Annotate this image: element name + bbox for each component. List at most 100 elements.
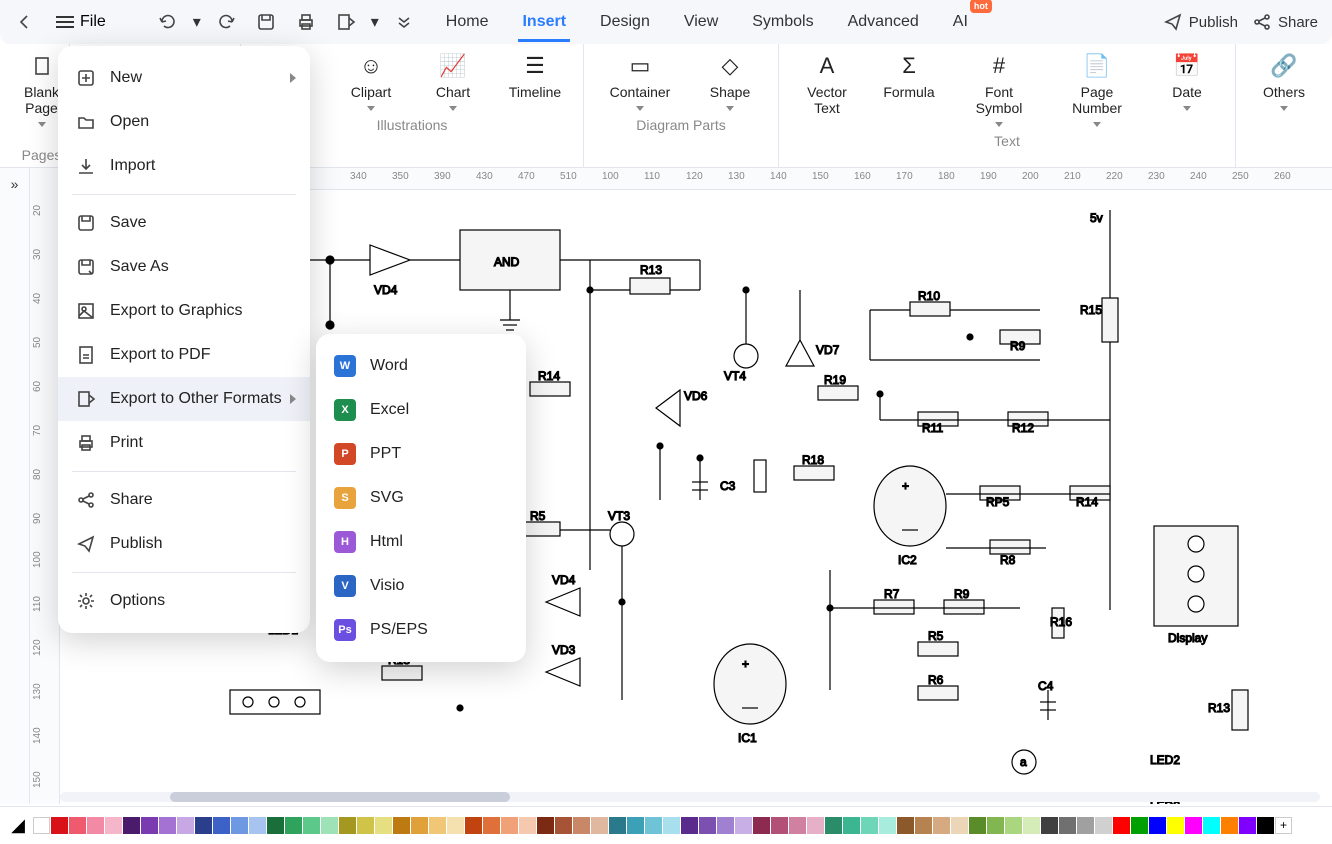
- color-swatch[interactable]: [1113, 817, 1130, 834]
- color-swatch[interactable]: [951, 817, 968, 834]
- tab-home[interactable]: Home: [442, 3, 493, 42]
- print-button[interactable]: [288, 4, 324, 40]
- color-swatch[interactable]: [573, 817, 590, 834]
- color-swatch[interactable]: [501, 817, 518, 834]
- color-swatch[interactable]: [69, 817, 86, 834]
- color-swatch[interactable]: [231, 817, 248, 834]
- color-swatch[interactable]: [1041, 817, 1058, 834]
- file-menu-button[interactable]: File: [46, 4, 116, 40]
- color-swatch[interactable]: [843, 817, 860, 834]
- clipart-button[interactable]: ☺Clipart: [337, 52, 405, 111]
- color-swatch[interactable]: [591, 817, 608, 834]
- color-swatch[interactable]: [465, 817, 482, 834]
- tab-symbols[interactable]: Symbols: [748, 3, 817, 42]
- menu-new[interactable]: New: [58, 56, 310, 100]
- color-swatch[interactable]: [393, 817, 410, 834]
- vector-text-button[interactable]: AVector Text: [793, 52, 861, 127]
- color-swatch[interactable]: [1167, 817, 1184, 834]
- color-swatch[interactable]: [555, 817, 572, 834]
- color-swatch[interactable]: [645, 817, 662, 834]
- export-word[interactable]: WWord: [316, 344, 526, 388]
- color-swatch[interactable]: [1005, 817, 1022, 834]
- menu-export-other[interactable]: Export to Other Formats: [58, 377, 310, 421]
- chart-button[interactable]: 📈Chart: [419, 52, 487, 111]
- horizontal-scrollbar[interactable]: [60, 792, 1320, 802]
- export-dropdown[interactable]: ▾: [368, 4, 382, 40]
- more-qat[interactable]: [386, 4, 422, 40]
- color-swatch[interactable]: [285, 817, 302, 834]
- color-swatch[interactable]: [303, 817, 320, 834]
- expand-panel-icon[interactable]: »: [11, 176, 19, 192]
- tab-insert[interactable]: Insert: [518, 3, 570, 42]
- menu-import[interactable]: Import: [58, 144, 310, 188]
- color-swatch[interactable]: [609, 817, 626, 834]
- timeline-button[interactable]: ☰Timeline: [501, 52, 569, 111]
- menu-print[interactable]: Print: [58, 421, 310, 465]
- color-swatch[interactable]: [1131, 817, 1148, 834]
- share-button[interactable]: Share: [1252, 12, 1318, 32]
- menu-export-pdf[interactable]: Export to PDF: [58, 333, 310, 377]
- color-swatch[interactable]: [1095, 817, 1112, 834]
- menu-publish[interactable]: Publish: [58, 522, 310, 566]
- color-swatch[interactable]: [933, 817, 950, 834]
- menu-options[interactable]: Options: [58, 579, 310, 623]
- color-swatch[interactable]: [861, 817, 878, 834]
- redo-button[interactable]: [208, 4, 244, 40]
- tab-advanced[interactable]: Advanced: [844, 3, 923, 42]
- color-swatch[interactable]: [879, 817, 896, 834]
- color-swatch[interactable]: [627, 817, 644, 834]
- color-swatch[interactable]: [825, 817, 842, 834]
- color-swatch[interactable]: [663, 817, 680, 834]
- tab-design[interactable]: Design: [596, 3, 654, 42]
- menu-share[interactable]: Share: [58, 478, 310, 522]
- color-swatch[interactable]: [753, 817, 770, 834]
- color-swatch[interactable]: [429, 817, 446, 834]
- color-swatch[interactable]: [1257, 817, 1274, 834]
- color-swatch[interactable]: [807, 817, 824, 834]
- color-swatch[interactable]: [339, 817, 356, 834]
- color-swatch[interactable]: [771, 817, 788, 834]
- font-symbol-button[interactable]: #Font Symbol: [957, 52, 1041, 127]
- export-ppt[interactable]: PPPT: [316, 432, 526, 476]
- color-swatch[interactable]: [519, 817, 536, 834]
- color-swatch[interactable]: [195, 817, 212, 834]
- color-swatch[interactable]: [123, 817, 140, 834]
- color-swatch[interactable]: [537, 817, 554, 834]
- color-swatch[interactable]: +: [1275, 817, 1292, 834]
- color-swatch[interactable]: [411, 817, 428, 834]
- side-panel-collapsed[interactable]: »: [0, 168, 30, 804]
- color-swatch[interactable]: [1149, 817, 1166, 834]
- formula-button[interactable]: ΣFormula: [875, 52, 943, 127]
- menu-save[interactable]: Save: [58, 201, 310, 245]
- export-svg[interactable]: SSVG: [316, 476, 526, 520]
- shape-button[interactable]: ◇Shape: [696, 52, 764, 111]
- color-swatch[interactable]: [897, 817, 914, 834]
- color-swatch[interactable]: [1203, 817, 1220, 834]
- color-swatch[interactable]: [447, 817, 464, 834]
- export-button[interactable]: [328, 4, 364, 40]
- date-button[interactable]: 📅Date: [1153, 52, 1221, 127]
- color-swatch[interactable]: [249, 817, 266, 834]
- color-swatch[interactable]: [267, 817, 284, 834]
- tab-ai[interactable]: AIhot: [949, 3, 972, 42]
- tab-view[interactable]: View: [680, 3, 722, 42]
- color-swatch[interactable]: [681, 817, 698, 834]
- export-html[interactable]: HHtml: [316, 520, 526, 564]
- export-visio[interactable]: VVisio: [316, 564, 526, 608]
- blank-page-button[interactable]: Blank Page: [20, 52, 64, 127]
- menu-save-as[interactable]: Save As: [58, 245, 310, 289]
- color-swatch[interactable]: [735, 817, 752, 834]
- page-number-button[interactable]: 📄Page Number: [1055, 52, 1139, 127]
- others-button[interactable]: 🔗Others: [1250, 52, 1318, 111]
- color-swatch[interactable]: [987, 817, 1004, 834]
- color-swatch[interactable]: [105, 817, 122, 834]
- color-swatch[interactable]: [789, 817, 806, 834]
- menu-export-graphics[interactable]: Export to Graphics: [58, 289, 310, 333]
- color-swatch[interactable]: [1185, 817, 1202, 834]
- back-button[interactable]: [6, 4, 42, 40]
- menu-open[interactable]: Open: [58, 100, 310, 144]
- color-swatch[interactable]: [1077, 817, 1094, 834]
- color-swatch[interactable]: [1221, 817, 1238, 834]
- color-swatch[interactable]: [213, 817, 230, 834]
- fill-bucket-icon[interactable]: ◢: [4, 812, 32, 840]
